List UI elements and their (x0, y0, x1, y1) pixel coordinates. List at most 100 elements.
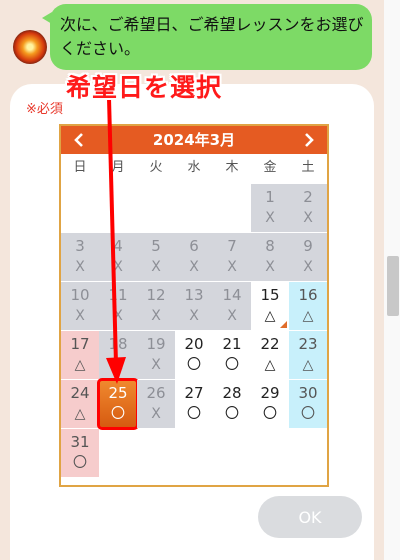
weekday-label: 木 (225, 160, 239, 175)
availability-mark: 〇 (301, 406, 315, 422)
day-number: 25 (108, 384, 128, 402)
availability-mark: X (151, 308, 161, 324)
availability-mark: △ (302, 308, 314, 324)
day-number: 12 (146, 286, 166, 304)
day-number: 14 (222, 286, 242, 304)
day-number: 7 (227, 237, 237, 255)
day-number: 29 (260, 384, 280, 402)
calendar-day[interactable]: 16 △ (289, 282, 327, 330)
day-number: 10 (70, 286, 90, 304)
availability-mark: △ (264, 357, 276, 373)
day-number: 22 (260, 335, 280, 353)
day-number: 6 (189, 237, 199, 255)
availability-mark: △ (74, 357, 86, 373)
day-number: 23 (298, 335, 318, 353)
required-label: ※必須 (26, 102, 63, 117)
calendar-day[interactable]: 30 〇 (289, 380, 327, 428)
calendar-day: 8X (251, 233, 289, 281)
day-number: 16 (298, 286, 318, 304)
weekday-label: 金 (263, 160, 277, 175)
availability-mark: X (75, 259, 85, 275)
day-number: 1 (265, 188, 275, 206)
availability-mark: X (151, 357, 161, 373)
calendar-day: 13 X (175, 282, 213, 330)
availability-mark: 〇 (263, 406, 277, 422)
day-number: 15 (260, 286, 280, 304)
availability-mark: X (265, 210, 275, 226)
day-number: 2 (303, 188, 313, 206)
calendar-day: 6X (175, 233, 213, 281)
calendar-day: 10 X (61, 282, 99, 330)
day-number: 21 (222, 335, 242, 353)
day-number: 5 (151, 237, 161, 255)
availability-mark: 〇 (187, 357, 201, 373)
annotation-label: 希望日を選択 (66, 73, 223, 102)
calendar-day: 9X (289, 233, 327, 281)
calendar-day[interactable]: 17 △ (61, 331, 99, 379)
day-number: 3 (75, 237, 85, 255)
bot-avatar (13, 30, 47, 64)
availability-mark: 〇 (111, 406, 125, 422)
day-number: 20 (184, 335, 204, 353)
calendar-day[interactable]: 24 △ (61, 380, 99, 428)
chat-message-text: 次に、ご希望日、ご希望レッスンをお選びください。 (60, 15, 364, 58)
availability-mark: △ (264, 308, 276, 324)
weekday-label: 土 (301, 160, 315, 175)
availability-mark: X (75, 308, 85, 324)
scrollbar-thumb[interactable] (387, 256, 399, 316)
calendar-day[interactable]: 15 △ (251, 282, 289, 330)
calendar-day[interactable]: 29 〇 (251, 380, 289, 428)
calendar-day: 26 X (137, 380, 175, 428)
weekday-label: 水 (187, 160, 201, 175)
calendar-day[interactable]: 23 △ (289, 331, 327, 379)
availability-mark: X (303, 259, 313, 275)
prev-month-button[interactable] (65, 126, 93, 154)
availability-mark: X (151, 406, 161, 422)
calendar-day: 14 X (213, 282, 251, 330)
availability-mark: △ (302, 357, 314, 373)
calendar-day[interactable]: 20 〇 (175, 331, 213, 379)
availability-mark: X (189, 259, 199, 275)
calendar-day[interactable]: 27 〇 (175, 380, 213, 428)
weekday-label: 火 (149, 160, 163, 175)
calendar-day: 7X (213, 233, 251, 281)
day-number: 19 (146, 335, 166, 353)
calendar-day[interactable]: 28 〇 (213, 380, 251, 428)
calendar-day: 1X (251, 184, 289, 232)
weekday-label: 日 (73, 160, 87, 175)
availability-mark: X (227, 259, 237, 275)
chevron-right-icon (305, 133, 314, 147)
availability-mark: X (303, 210, 313, 226)
availability-mark: △ (74, 406, 86, 422)
availability-mark: X (265, 259, 275, 275)
availability-mark: X (189, 308, 199, 324)
calendar-day: 3X (61, 233, 99, 281)
calendar-day[interactable]: 21 〇 (213, 331, 251, 379)
chevron-left-icon (74, 133, 83, 147)
calendar-day: 2X (289, 184, 327, 232)
calendar-day[interactable]: 31 〇 (61, 429, 99, 477)
annotation-arrow (106, 97, 126, 384)
day-number: 26 (146, 384, 166, 402)
availability-mark: 〇 (225, 406, 239, 422)
availability-mark: X (151, 259, 161, 275)
day-number: 28 (222, 384, 242, 402)
availability-mark: X (227, 308, 237, 324)
calendar-day: 19 X (137, 331, 175, 379)
day-number: 9 (303, 237, 313, 255)
day-number: 30 (298, 384, 318, 402)
availability-mark: 〇 (225, 357, 239, 373)
day-number: 8 (265, 237, 275, 255)
calendar-day: 12 X (137, 282, 175, 330)
calendar-day: 5X (137, 233, 175, 281)
day-number: 24 (70, 384, 90, 402)
ok-button[interactable]: OK (258, 496, 362, 538)
chat-message-bubble: 次に、ご希望日、ご希望レッスンをお選びください。 (42, 4, 372, 70)
availability-mark: 〇 (73, 455, 87, 471)
day-number: 13 (184, 286, 204, 304)
calendar-day[interactable]: 22 △ (251, 331, 289, 379)
availability-mark: 〇 (187, 406, 201, 422)
next-month-button[interactable] (295, 126, 323, 154)
day-number: 17 (70, 335, 90, 353)
calendar-day-selected[interactable]: 25 〇 (97, 378, 139, 430)
